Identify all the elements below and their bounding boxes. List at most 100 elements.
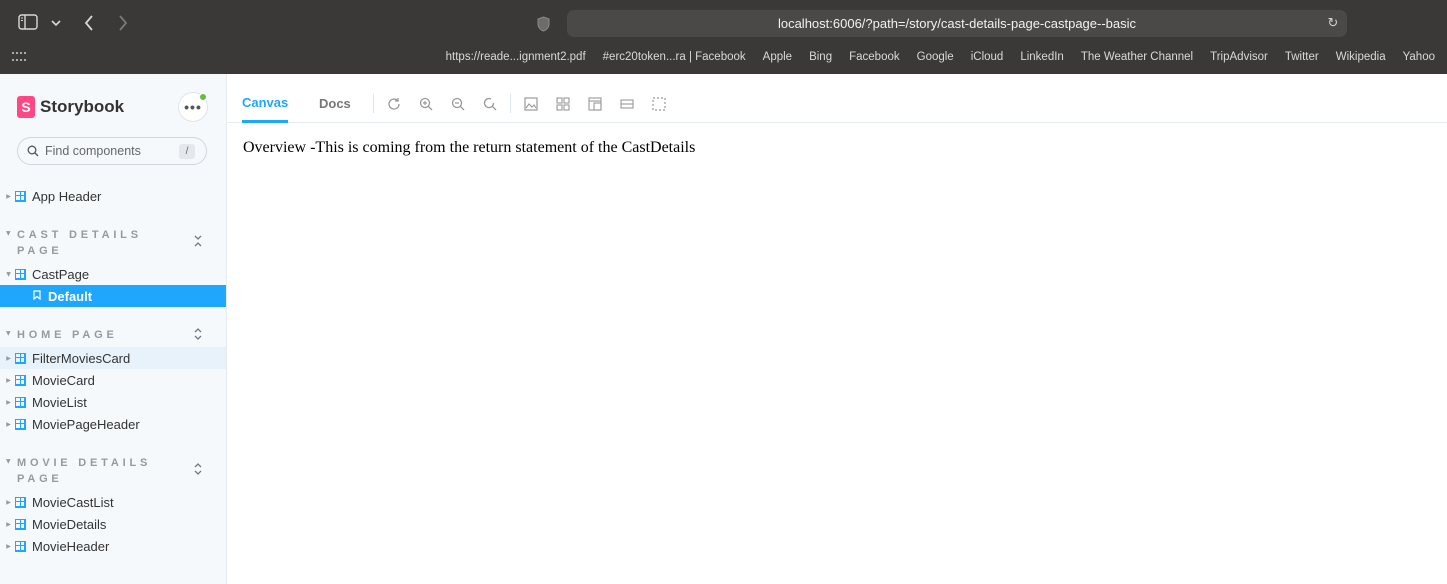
menu-button[interactable]: •••	[179, 93, 207, 121]
component-icon	[15, 352, 26, 364]
viewport-icon[interactable]	[587, 96, 603, 112]
component-icon	[15, 518, 26, 530]
zoom-reset-icon[interactable]	[482, 96, 498, 112]
search-shortcut-key: /	[179, 144, 195, 159]
bookmark-icon	[33, 289, 41, 303]
bookmarks-bar: https://reade...ignment2.pdf #erc20token…	[0, 46, 1447, 70]
caret-right-icon: ▶	[6, 398, 11, 406]
more-icon: •••	[184, 99, 202, 115]
browser-toolbar: localhost:6006/?path=/story/cast-details…	[0, 0, 1447, 46]
group-movie-details-page[interactable]: ▼ MOVIE DETAILS PAGE	[0, 455, 226, 487]
tree-item-label: MovieDetails	[32, 516, 107, 532]
tree-item-castpage[interactable]: ▼ CastPage	[0, 263, 226, 285]
preview-toolbar: Canvas Docs	[227, 84, 1447, 123]
tree-item-moviedetails[interactable]: ▶ MovieDetails	[0, 513, 226, 535]
tab-label: Canvas	[242, 94, 289, 110]
toolbar-divider	[510, 94, 511, 113]
component-icon	[15, 190, 26, 202]
tab-label: Docs	[319, 96, 351, 111]
component-icon	[15, 418, 26, 430]
story-label: Default	[48, 288, 93, 304]
bookmark-item[interactable]: Yahoo	[1403, 51, 1435, 63]
search-box[interactable]: /	[17, 137, 207, 165]
reload-icon[interactable]	[386, 96, 402, 112]
bookmark-item[interactable]: The Weather Channel	[1081, 51, 1193, 63]
tree-item-filtermoviescard[interactable]: ▶ FilterMoviesCard	[0, 347, 226, 369]
expand-icon[interactable]	[191, 462, 205, 476]
zoom-out-icon[interactable]	[450, 96, 466, 112]
caret-right-icon: ▶	[6, 354, 11, 362]
storybook-logo-icon: S	[17, 96, 35, 118]
tree-item-moviecard[interactable]: ▶ MovieCard	[0, 369, 226, 391]
bookmark-item[interactable]: LinkedIn	[1020, 51, 1063, 63]
story-item-default[interactable]: Default	[0, 285, 226, 307]
outline-icon[interactable]	[651, 96, 667, 112]
caret-down-icon: ▼	[6, 270, 11, 278]
group-title: CAST DETAILS PAGE	[17, 229, 142, 257]
tree-item-label: MoviePageHeader	[32, 416, 140, 432]
chevron-down-icon[interactable]	[50, 17, 62, 29]
tree-item-label: MovieCard	[32, 372, 95, 388]
bookmark-list: https://reade...ignment2.pdf #erc20token…	[446, 51, 1435, 63]
bookmark-item[interactable]: https://reade...ignment2.pdf	[446, 51, 586, 63]
caret-down-icon: ▼	[6, 330, 11, 337]
url-text[interactable]: localhost:6006/?path=/story/cast-details…	[778, 16, 1136, 31]
background-icon[interactable]	[523, 96, 539, 112]
component-icon	[15, 268, 26, 280]
reload-page-icon[interactable]: ↻	[1325, 15, 1341, 31]
expand-icon[interactable]	[191, 327, 205, 341]
bookmark-item[interactable]: iCloud	[971, 51, 1004, 63]
apps-grid-icon[interactable]	[12, 52, 26, 64]
bookmark-item[interactable]: Twitter	[1285, 51, 1319, 63]
zoom-in-icon[interactable]	[418, 96, 434, 112]
bookmark-item[interactable]: Facebook	[849, 51, 900, 63]
canvas-content: Overview -This is coming from the return…	[243, 139, 696, 156]
component-icon	[15, 396, 26, 408]
tree-item-label: MovieHeader	[32, 538, 110, 554]
forward-icon[interactable]	[115, 14, 131, 32]
caret-right-icon: ▶	[6, 520, 11, 528]
storybook-brand[interactable]: S Storybook	[17, 96, 124, 118]
bookmark-item[interactable]: Wikipedia	[1336, 51, 1386, 63]
sidebar-toggle-icon[interactable]	[18, 14, 38, 30]
measure-icon[interactable]	[619, 96, 635, 112]
tree-item-movieheader[interactable]: ▶ MovieHeader	[0, 535, 226, 557]
browser-chrome: localhost:6006/?path=/story/cast-details…	[0, 0, 1447, 74]
collapse-icon[interactable]	[191, 234, 205, 248]
tree-item-label: MovieList	[32, 394, 87, 410]
bookmark-item[interactable]: TripAdvisor	[1210, 51, 1268, 63]
group-home-page[interactable]: ▼ HOME PAGE	[0, 327, 226, 343]
grid-icon[interactable]	[555, 96, 571, 112]
url-bar[interactable]: localhost:6006/?path=/story/cast-details…	[567, 10, 1347, 37]
caret-down-icon: ▼	[6, 230, 11, 237]
caret-right-icon: ▶	[6, 498, 11, 506]
caret-down-icon: ▼	[6, 458, 11, 465]
tree-item-movielist[interactable]: ▶ MovieList	[0, 391, 226, 413]
caret-right-icon: ▶	[6, 420, 11, 428]
group-cast-details-page[interactable]: ▼ CAST DETAILS PAGE	[0, 227, 226, 259]
tree-item-label: FilterMoviesCard	[32, 350, 131, 366]
group-title: MOVIE DETAILS PAGE	[17, 457, 152, 485]
brand-name: Storybook	[40, 97, 125, 116]
status-dot	[199, 93, 207, 101]
back-icon[interactable]	[81, 14, 97, 32]
bookmark-item[interactable]: Bing	[809, 51, 832, 63]
tree-item-app-header[interactable]: ▶ App Header	[0, 185, 226, 207]
tree-item-moviecastlist[interactable]: ▶ MovieCastList	[0, 491, 226, 513]
component-icon	[15, 540, 26, 552]
bookmark-item[interactable]: Google	[917, 51, 954, 63]
tree-item-moviepageheader[interactable]: ▶ MoviePageHeader	[0, 413, 226, 435]
component-icon	[15, 496, 26, 508]
storybook-sidebar: S Storybook ••• / ▶ App Header ▼ CAST DE…	[0, 74, 227, 584]
search-input[interactable]	[45, 144, 185, 158]
caret-right-icon: ▶	[6, 192, 11, 200]
bookmark-item[interactable]: Apple	[763, 51, 792, 63]
tree-item-label: CastPage	[32, 266, 90, 282]
privacy-shield-icon[interactable]	[536, 15, 550, 32]
caret-right-icon: ▶	[6, 542, 11, 550]
tree-item-label: App Header	[32, 188, 102, 204]
bookmark-item[interactable]: #erc20token...ra | Facebook	[603, 51, 746, 63]
tab-docs[interactable]: Docs	[319, 84, 351, 123]
tab-canvas[interactable]: Canvas	[242, 84, 289, 123]
toolbar-divider	[373, 94, 374, 113]
